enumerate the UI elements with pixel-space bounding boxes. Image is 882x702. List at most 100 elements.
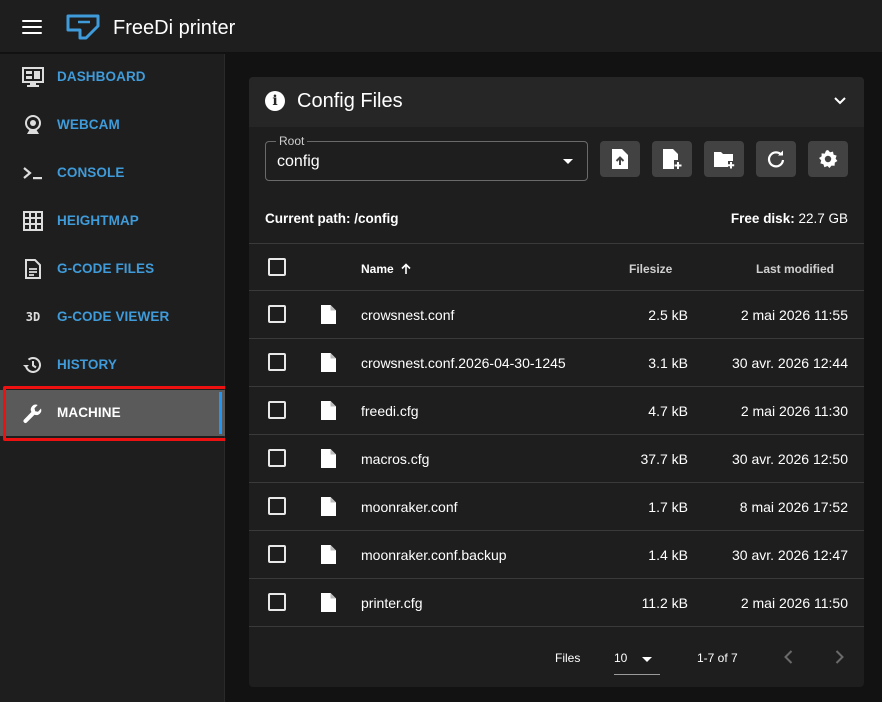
file-name: crowsnest.conf.2026-04-30-1245: [361, 355, 566, 371]
row-checkbox[interactable]: [268, 305, 286, 323]
file-modified: 30 avr. 2026 12:47: [732, 547, 848, 563]
file-size: 1.7 kB: [648, 499, 688, 515]
file-size: 2.5 kB: [648, 307, 688, 323]
arrow-up-icon: [401, 263, 411, 274]
card-header: i Config Files: [249, 77, 864, 127]
config-files-card: i Config Files Root config Current path:…: [249, 77, 864, 687]
file-size: 3.1 kB: [648, 355, 688, 371]
sidebar-item-heightmap[interactable]: HEIGHTMAP: [0, 198, 225, 244]
app-title: FreeDi printer: [113, 17, 236, 39]
sidebar-item-history[interactable]: HISTORY: [0, 342, 225, 388]
new-file-button[interactable]: [652, 141, 692, 177]
file-name: freedi.cfg: [361, 403, 419, 419]
row-checkbox[interactable]: [268, 593, 286, 611]
caret-down-icon: [642, 657, 652, 662]
file-modified: 8 mai 2026 17:52: [739, 499, 848, 515]
file-icon: [321, 401, 336, 420]
free-disk: Free disk: 22.7 GB: [731, 211, 848, 226]
console-icon: [22, 162, 44, 184]
table-row[interactable]: crowsnest.conf 2.5 kB 2 mai 2026 11:55: [249, 291, 864, 339]
column-header-last-modified[interactable]: Last modified: [756, 262, 834, 276]
file-icon: [321, 497, 336, 516]
file-name: macros.cfg: [361, 451, 430, 467]
sidebar-item-label: HISTORY: [57, 357, 117, 372]
sidebar-item-gcode-files[interactable]: G-CODE FILES: [0, 246, 225, 292]
table-header: Name Filesize Last modified: [249, 243, 864, 291]
file-size: 1.4 kB: [648, 547, 688, 563]
file-icon: [321, 353, 336, 372]
row-checkbox[interactable]: [268, 545, 286, 563]
files-per-page-label: Files: [555, 651, 581, 665]
file-name: crowsnest.conf: [361, 307, 455, 323]
page-range: 1-7 of 7: [697, 651, 738, 665]
file-size: 37.7 kB: [640, 451, 688, 467]
sidebar-item-console[interactable]: CONSOLE: [0, 150, 225, 196]
file-name: printer.cfg: [361, 595, 423, 611]
file-size: 4.7 kB: [648, 403, 688, 419]
refresh-icon: [767, 150, 785, 168]
upload-file-button[interactable]: [600, 141, 640, 177]
3d-icon: 3D: [25, 310, 41, 324]
root-select[interactable]: Root config: [265, 134, 588, 181]
caret-down-icon: [563, 159, 573, 164]
file-icon: [321, 593, 336, 612]
file-icon: [321, 449, 336, 468]
file-modified: 2 mai 2026 11:55: [740, 307, 848, 323]
sidebar-item-label: CONSOLE: [57, 165, 125, 180]
free-disk-label: Free disk:: [730, 211, 795, 226]
new-file-icon: [663, 149, 682, 169]
card-title: Config Files: [297, 90, 403, 112]
info-icon: i: [265, 91, 285, 111]
settings-icon: [819, 150, 838, 168]
root-select-value: config: [277, 153, 320, 170]
sidebar-item-dashboard[interactable]: DASHBOARD: [0, 54, 225, 100]
sidebar-item-label: DASHBOARD: [57, 69, 146, 84]
settings-button[interactable]: [808, 141, 848, 177]
new-folder-icon: [714, 152, 735, 169]
history-icon: [22, 354, 44, 376]
menu-icon[interactable]: [22, 20, 42, 36]
sidebar-item-gcode-viewer[interactable]: 3D G-CODE VIEWER: [0, 294, 225, 340]
sidebar-item-label: HEIGHTMAP: [57, 213, 139, 228]
table-row[interactable]: freedi.cfg 4.7 kB 2 mai 2026 11:30: [249, 387, 864, 435]
sidebar-item-label: MACHINE: [57, 405, 121, 420]
row-checkbox[interactable]: [268, 401, 286, 419]
file-document-icon: [22, 258, 44, 280]
chevron-right-icon[interactable]: [829, 647, 849, 667]
table-row[interactable]: moonraker.conf 1.7 kB 8 mai 2026 17:52: [249, 483, 864, 531]
app-bar: FreeDi printer: [0, 0, 882, 53]
table-row[interactable]: crowsnest.conf.2026-04-30-1245 3.1 kB 30 a…: [249, 339, 864, 387]
per-page-select[interactable]: 10: [614, 643, 660, 675]
row-checkbox[interactable]: [268, 353, 286, 371]
wrench-icon: [22, 402, 44, 424]
column-header-filesize[interactable]: Filesize: [629, 262, 672, 276]
per-page-value: 10: [614, 651, 628, 665]
sidebar-item-label: G-CODE FILES: [57, 261, 155, 276]
freedi-logo: [66, 14, 100, 40]
row-checkbox[interactable]: [268, 449, 286, 467]
table-row[interactable]: moonraker.conf.backup 1.4 kB 30 avr. 2026 …: [249, 531, 864, 579]
column-header-name-label: Name: [361, 262, 394, 276]
sidebar-item-label: WEBCAM: [57, 117, 120, 132]
select-all-checkbox[interactable]: [268, 258, 286, 276]
column-header-name[interactable]: Name: [361, 262, 412, 276]
grid-icon: [22, 210, 44, 232]
free-disk-value: 22.7 GB: [798, 211, 848, 226]
file-icon: [321, 545, 336, 564]
new-folder-button[interactable]: [704, 141, 744, 177]
file-modified: 30 avr. 2026 12:50: [732, 451, 848, 467]
sidebar-item-machine[interactable]: MACHINE: [0, 390, 225, 436]
monitor-dashboard-icon: [22, 66, 44, 88]
table-row[interactable]: macros.cfg 37.7 kB 30 avr. 2026 12:50: [249, 435, 864, 483]
file-icon: [321, 305, 336, 324]
file-modified: 2 mai 2026 11:30: [740, 403, 848, 419]
root-select-label: Root: [276, 134, 308, 148]
chevron-down-icon[interactable]: [832, 93, 848, 109]
table-row[interactable]: printer.cfg 11.2 kB 2 mai 2026 11:50: [249, 579, 864, 627]
chevron-left-icon[interactable]: [779, 647, 799, 667]
sidebar-item-webcam[interactable]: WEBCAM: [0, 102, 225, 148]
current-path: Current path: /config: [265, 211, 399, 226]
webcam-icon: [22, 114, 44, 136]
refresh-button[interactable]: [756, 141, 796, 177]
row-checkbox[interactable]: [268, 497, 286, 515]
